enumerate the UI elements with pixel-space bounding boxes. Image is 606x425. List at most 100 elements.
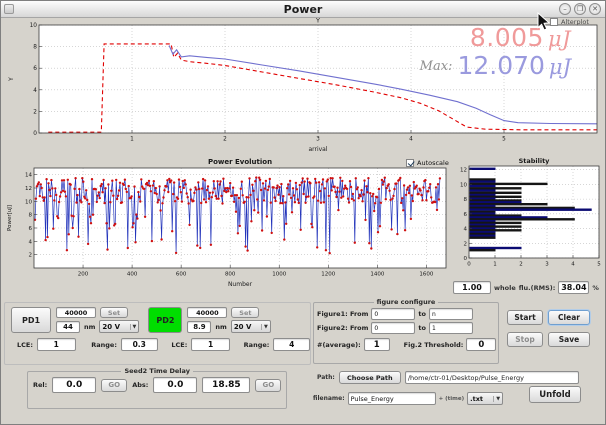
- path-row: Path: Choose Path /home/ctr-01/Desktop/P…: [317, 371, 579, 384]
- svg-text:4: 4: [409, 137, 413, 143]
- svg-text:1: 1: [493, 262, 497, 268]
- clear-button[interactable]: Clear: [548, 310, 590, 325]
- chevron-down-icon: ▼: [130, 324, 137, 330]
- svg-text:Number: Number: [228, 281, 253, 288]
- save-button[interactable]: Save: [548, 332, 590, 347]
- lce2-label: LCE:: [171, 341, 187, 349]
- figure2-label: Figure2: From: [317, 324, 368, 332]
- svg-text:Y: Y: [315, 17, 320, 25]
- figure2-from-field[interactable]: 0: [371, 322, 415, 334]
- stop-button[interactable]: Stop: [507, 332, 543, 347]
- lce1-field[interactable]: 1: [37, 338, 76, 351]
- seed2-legend: Seed2 Time Delay: [121, 367, 193, 375]
- figure2-to-field[interactable]: 1: [429, 322, 473, 334]
- window-title: Power: [1, 3, 605, 16]
- extension-select[interactable]: .txt ▼: [467, 392, 503, 405]
- pd1-value-field[interactable]: 40000: [56, 307, 96, 318]
- path-field[interactable]: /home/ctr-01/Desktop/Pulse_Energy: [405, 371, 579, 384]
- svg-text:0: 0: [467, 262, 471, 268]
- pd1-set-button[interactable]: Set: [100, 307, 128, 318]
- svg-text:12: 12: [460, 168, 467, 174]
- svg-text:2: 2: [223, 137, 227, 143]
- abs-field[interactable]: 0.0: [153, 377, 197, 393]
- svg-text:4: 4: [571, 262, 575, 268]
- choose-path-button[interactable]: Choose Path: [339, 371, 401, 384]
- chevron-down-icon: ▼: [261, 324, 268, 330]
- filename-field[interactable]: Pulse_Energy: [348, 392, 436, 405]
- extension-value: .txt: [470, 395, 483, 403]
- svg-text:1600: 1600: [419, 272, 433, 278]
- lce1-label: LCE:: [17, 341, 33, 349]
- current-energy-value: 8.005: [470, 23, 544, 52]
- svg-text:10: 10: [25, 199, 32, 205]
- svg-text:5: 5: [597, 262, 601, 268]
- unfold-button[interactable]: Unfold: [529, 386, 581, 403]
- max-label: Max:: [420, 59, 453, 74]
- time-suffix-label: + (time): [439, 396, 465, 402]
- svg-text:8: 8: [464, 197, 468, 203]
- svg-text:4: 4: [29, 239, 33, 245]
- path-label: Path:: [317, 374, 335, 381]
- energy-unit: μJ: [548, 27, 571, 51]
- evolution-chart: 20040060080010001200140016002468101214Po…: [4, 156, 452, 298]
- range1-field[interactable]: 0.3: [121, 338, 158, 351]
- svg-text:0: 0: [33, 131, 37, 137]
- pd2-wl-field[interactable]: 8.9: [187, 321, 211, 333]
- energy-unit: μJ: [549, 55, 571, 79]
- svg-text:Power[uJ]: Power[uJ]: [7, 205, 13, 231]
- stability-chart: 012345024681012Stability: [455, 156, 605, 282]
- abs-label: Abs:: [132, 381, 148, 389]
- pd1-wl-field[interactable]: 44: [56, 321, 80, 333]
- whole-value-field[interactable]: 1.00: [453, 281, 491, 294]
- svg-text:4: 4: [33, 88, 37, 94]
- rel-go-button[interactable]: GO: [101, 379, 127, 392]
- whole-label: whole: [494, 284, 516, 292]
- pd2-button[interactable]: PD2: [148, 307, 182, 333]
- lce2-field[interactable]: 1: [191, 338, 230, 351]
- svg-text:0: 0: [464, 256, 468, 262]
- svg-text:3: 3: [316, 137, 320, 143]
- pd1-button[interactable]: PD1: [11, 307, 51, 333]
- svg-text:14: 14: [25, 173, 32, 179]
- threshold-label: Fig.2 Threshold:: [404, 341, 464, 349]
- app-window: Power – ❒ ✕ 123450246810YarrivalY Alterp…: [0, 0, 606, 425]
- autoscale-label: Autoscale: [417, 159, 449, 167]
- range2-field[interactable]: 4: [273, 338, 310, 351]
- svg-text:8: 8: [29, 213, 33, 219]
- rel-field[interactable]: 0.0: [52, 377, 96, 393]
- percent-label: %: [592, 284, 599, 292]
- mouse-cursor-icon: [537, 12, 551, 31]
- minimize-button[interactable]: –: [559, 3, 571, 15]
- threshold-field[interactable]: 0: [466, 338, 496, 351]
- autoscale-checkbox[interactable]: Autoscale: [406, 159, 449, 167]
- figure-configure-panel: figure configure Figure1: From 0 to n Fi…: [313, 298, 499, 364]
- svg-text:600: 600: [176, 272, 187, 278]
- svg-text:6: 6: [29, 226, 33, 232]
- pd2-voltage-select[interactable]: 20 V ▼: [231, 320, 271, 333]
- svg-text:6: 6: [464, 212, 468, 218]
- average-field[interactable]: 1: [364, 338, 390, 351]
- rel-label: Rel:: [33, 381, 47, 389]
- abs-target-field[interactable]: 18.85: [202, 377, 250, 393]
- pd1-voltage-select[interactable]: 20 V ▼: [99, 320, 139, 333]
- pd2-value-field[interactable]: 40000: [187, 307, 227, 318]
- svg-text:arrival: arrival: [308, 146, 327, 153]
- close-button[interactable]: ✕: [589, 3, 601, 15]
- abs-go-button[interactable]: GO: [255, 379, 281, 392]
- maximize-button[interactable]: ❒: [574, 3, 586, 15]
- rms-value-field[interactable]: 38.04: [558, 281, 589, 294]
- filename-row: filename: Pulse_Energy + (time) .txt ▼: [313, 392, 503, 405]
- figure1-from-field[interactable]: 0: [371, 308, 415, 320]
- svg-text:200: 200: [78, 272, 89, 278]
- range2-label: Range:: [244, 341, 270, 349]
- titlebar[interactable]: Power – ❒ ✕: [1, 1, 605, 18]
- svg-text:2: 2: [519, 262, 523, 268]
- pd2-set-button[interactable]: Set: [231, 307, 259, 318]
- svg-text:1000: 1000: [272, 272, 286, 278]
- figure1-label: Figure1: From: [317, 310, 368, 318]
- figure1-to-field[interactable]: n: [429, 308, 473, 320]
- seed2-panel: Seed2 Time Delay Rel: 0.0 GO Abs: 0.0 18…: [27, 367, 287, 409]
- start-button[interactable]: Start: [507, 310, 543, 325]
- svg-text:Stability: Stability: [519, 157, 551, 165]
- chevron-down-icon: ▼: [493, 396, 500, 402]
